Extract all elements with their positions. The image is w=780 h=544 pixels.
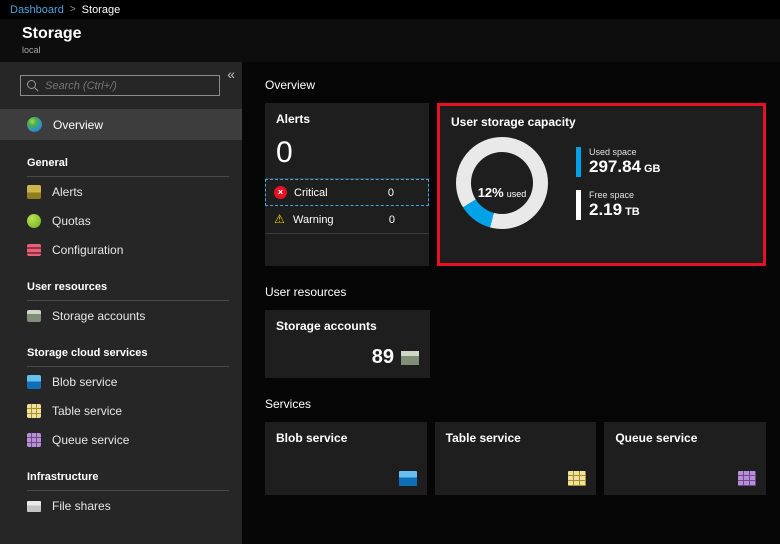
sidebar-item-label: Storage accounts (52, 309, 145, 323)
storage-accounts-tile-title: Storage accounts (265, 310, 430, 333)
capacity-tile-title: User storage capacity (440, 106, 763, 129)
page-title: Storage (22, 24, 780, 44)
sidebar-group-general: General Alerts Quotas Configuration (0, 157, 242, 264)
breadcrumb-separator: > (70, 4, 76, 15)
used-space-value: 297.84 (589, 157, 641, 176)
storage-accounts-tile[interactable]: Storage accounts 89 (265, 310, 430, 378)
alerts-tile[interactable]: Alerts 0 × Critical 0 ⚠ Warning 0 (265, 103, 429, 266)
file-shares-icon (27, 501, 41, 512)
alerts-tile-title: Alerts (265, 103, 429, 126)
breadcrumb-current: Storage (82, 4, 121, 16)
donut-percent-label: 12% (478, 186, 504, 199)
sidebar-item-label: Table service (52, 404, 122, 418)
storage-accounts-count: 89 (372, 346, 394, 369)
sidebar-item-configuration[interactable]: Configuration (0, 235, 242, 264)
storage-accounts-icon (27, 310, 41, 322)
used-space-bar (576, 147, 581, 177)
used-space-unit: GB (644, 163, 661, 175)
globe-icon (27, 117, 42, 132)
alert-row-count: 0 (388, 187, 420, 199)
section-heading-overview: Overview (265, 78, 766, 92)
group-label-general: General (27, 157, 229, 177)
table-service-tile[interactable]: Table service (435, 422, 597, 495)
search-input[interactable] (20, 75, 220, 96)
search-icon (27, 80, 36, 89)
breadcrumb-link-dashboard[interactable]: Dashboard (10, 4, 64, 16)
alert-row-warning[interactable]: ⚠ Warning 0 (265, 206, 429, 233)
sidebar-item-label: Overview (53, 118, 103, 132)
sidebar-search (20, 75, 220, 96)
configuration-icon (27, 244, 41, 256)
breadcrumb: Dashboard > Storage (0, 0, 780, 19)
page-subtitle: local (22, 45, 780, 55)
sidebar-group-infrastructure: Infrastructure File shares (0, 471, 242, 520)
divider (265, 233, 429, 234)
section-heading-services: Services (265, 397, 766, 411)
sidebar-item-queue-service[interactable]: Queue service (0, 425, 242, 454)
group-label-user-resources: User resources (27, 281, 229, 301)
alert-row-critical[interactable]: × Critical 0 (265, 179, 429, 206)
critical-icon: × (274, 186, 287, 199)
free-space-bar (576, 190, 581, 220)
alert-row-label: Critical (294, 187, 328, 199)
alerts-total-count: 0 (265, 126, 429, 178)
sidebar-item-label: File shares (52, 499, 111, 513)
capacity-tile[interactable]: User storage capacity 12% used Used spac… (437, 103, 766, 266)
storage-accounts-icon (401, 351, 419, 365)
blob-service-tile-title: Blob service (265, 422, 427, 445)
free-space-value: 2.19 (589, 200, 622, 219)
sidebar-item-label: Alerts (52, 185, 83, 199)
legend-entry-used: Used space 297.84GB (576, 147, 661, 177)
sidebar-group-storage-cloud-services: Storage cloud services Blob service Tabl… (0, 347, 242, 454)
sidebar-item-label: Queue service (52, 433, 129, 447)
capacity-donut-center: 12% used (471, 152, 533, 214)
main-content: Overview Alerts 0 × Critical 0 ⚠ Warning… (243, 62, 780, 544)
sidebar-item-storage-accounts[interactable]: Storage accounts (0, 301, 242, 330)
sidebar-item-label: Blob service (52, 375, 117, 389)
quotas-icon (27, 214, 41, 228)
table-service-tile-title: Table service (435, 422, 597, 445)
sidebar-item-blob-service[interactable]: Blob service (0, 367, 242, 396)
queue-service-tile-title: Queue service (604, 422, 766, 445)
table-service-icon (27, 404, 41, 418)
alert-row-count: 0 (389, 214, 421, 226)
capacity-legend: Used space 297.84GB Free space 2.19TB (576, 147, 661, 220)
legend-entry-free: Free space 2.19TB (576, 190, 661, 220)
sidebar-item-table-service[interactable]: Table service (0, 396, 242, 425)
page-header: Storage local (0, 19, 780, 62)
queue-service-tile[interactable]: Queue service (604, 422, 766, 495)
sidebar: « Overview General Alerts Quotas Configu… (0, 62, 243, 544)
group-label-storage-cloud-services: Storage cloud services (27, 347, 229, 367)
section-heading-user-resources: User resources (265, 285, 766, 299)
sidebar-item-overview[interactable]: Overview (0, 109, 242, 140)
free-space-unit: TB (625, 206, 640, 218)
alert-row-label: Warning (293, 214, 334, 226)
sidebar-item-label: Quotas (52, 214, 91, 228)
group-label-infrastructure: Infrastructure (27, 471, 229, 491)
sidebar-collapse-button[interactable]: « (227, 67, 235, 81)
sidebar-item-label: Configuration (52, 243, 123, 257)
donut-used-word: used (507, 189, 527, 199)
blob-service-icon (27, 375, 41, 389)
queue-service-icon (738, 471, 756, 486)
sidebar-item-alerts[interactable]: Alerts (0, 177, 242, 206)
warning-icon: ⚠ (273, 213, 286, 226)
sidebar-group-user-resources: User resources Storage accounts (0, 281, 242, 330)
blob-service-icon (399, 471, 417, 486)
capacity-donut-chart: 12% used (456, 137, 548, 229)
sidebar-item-file-shares[interactable]: File shares (0, 491, 242, 520)
queue-service-icon (27, 433, 41, 447)
table-service-icon (568, 471, 586, 486)
alerts-icon (27, 185, 41, 199)
sidebar-item-quotas[interactable]: Quotas (0, 206, 242, 235)
blob-service-tile[interactable]: Blob service (265, 422, 427, 495)
